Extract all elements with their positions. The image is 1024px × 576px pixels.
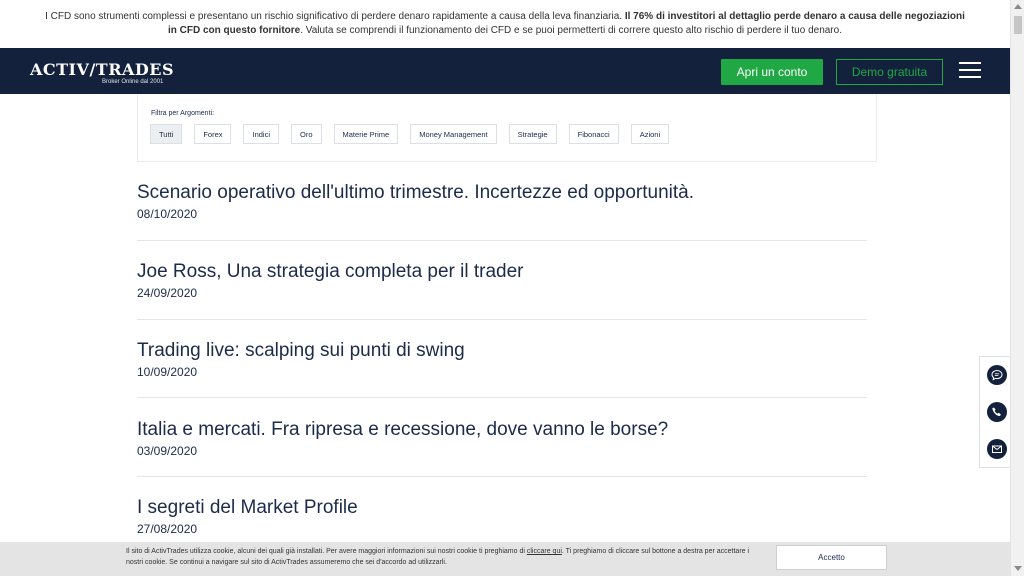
article-item[interactable]: Joe Ross, Una strategia completa per il … (137, 260, 867, 320)
filter-chip-fibonacci[interactable]: Fibonacci (568, 124, 619, 144)
site-header: ACTIV/TRADES Broker Online dal 2001 Apri… (0, 48, 1010, 94)
article-date: 03/09/2020 (137, 444, 198, 458)
cookie-text-start: Il sito di ActivTrades utilizza cookie, … (126, 548, 527, 555)
filter-chip-oro[interactable]: Oro (291, 124, 322, 144)
filter-chip-materie-prime[interactable]: Materie Prime (333, 124, 399, 144)
risk-warning-banner: I CFD sono strumenti complessi e present… (0, 0, 1010, 48)
filter-chip-forex[interactable]: Forex (194, 124, 232, 144)
filter-chips: Tutti Forex Indici Oro Materie Prime Mon… (150, 124, 681, 144)
hamburger-menu-icon[interactable] (959, 62, 981, 80)
article-title[interactable]: Joe Ross, Una strategia completa per il … (137, 260, 867, 284)
filter-chip-strategie[interactable]: Strategie (508, 124, 557, 144)
logo-tagline: Broker Online dal 2001 (102, 79, 164, 85)
logo[interactable]: ACTIV/TRADES Broker Online dal 2001 (30, 60, 175, 85)
filter-chip-indici[interactable]: Indici (243, 124, 279, 144)
article-date: 10/09/2020 (137, 365, 198, 379)
article-item[interactable]: Scenario operativo dell'ultimo trimestre… (137, 181, 867, 241)
page-scrollbar[interactable] (1010, 0, 1024, 576)
accept-cookies-button[interactable]: Accetto (776, 545, 887, 570)
filter-chip-money-management[interactable]: Money Management (410, 124, 497, 144)
phone-icon[interactable] (987, 402, 1007, 422)
article-item[interactable]: Trading live: scalping sui punti di swin… (137, 339, 867, 398)
cookie-banner: Il sito di ActivTrades utilizza cookie, … (0, 542, 1010, 576)
topic-filter: Filtra per Argomenti: Tutti Forex Indici… (137, 94, 877, 162)
cookie-info-link[interactable]: cliccare qui (527, 548, 562, 555)
chat-icon[interactable] (987, 365, 1007, 385)
scroll-down-arrow-icon[interactable] (1014, 566, 1022, 571)
risk-text: I CFD sono strumenti complessi e present… (45, 11, 625, 22)
article-date: 27/08/2020 (137, 522, 198, 536)
mail-icon[interactable] (987, 439, 1007, 459)
article-date: 08/10/2020 (137, 207, 198, 221)
article-item[interactable]: I segreti del Market Profile 27/08/2020 (137, 496, 867, 544)
article-title[interactable]: Trading live: scalping sui punti di swin… (137, 339, 867, 363)
filter-chip-azioni[interactable]: Azioni (630, 124, 670, 144)
filter-chip-tutti[interactable]: Tutti (150, 124, 183, 144)
article-title[interactable]: Italia e mercati. Fra ripresa e recessio… (137, 418, 867, 442)
filter-label: Filtra per Argomenti: (151, 110, 215, 117)
article-date: 24/09/2020 (137, 286, 198, 300)
cookie-text: Il sito di ActivTrades utilizza cookie, … (126, 546, 766, 568)
scroll-thumb[interactable] (1014, 16, 1022, 34)
scroll-up-arrow-icon[interactable] (1014, 4, 1022, 9)
article-title[interactable]: Scenario operativo dell'ultimo trimestre… (137, 181, 867, 205)
contact-widget (979, 356, 1012, 468)
article-item[interactable]: Italia e mercati. Fra ripresa e recessio… (137, 418, 867, 477)
open-account-button[interactable]: Apri un conto (721, 59, 823, 85)
demo-account-button[interactable]: Demo gratuita (836, 59, 943, 85)
article-title[interactable]: I segreti del Market Profile (137, 496, 867, 520)
risk-text-end: . Valuta se comprendi il funzionamento d… (300, 25, 842, 36)
logo-text: ACTIV/TRADES (30, 60, 175, 79)
